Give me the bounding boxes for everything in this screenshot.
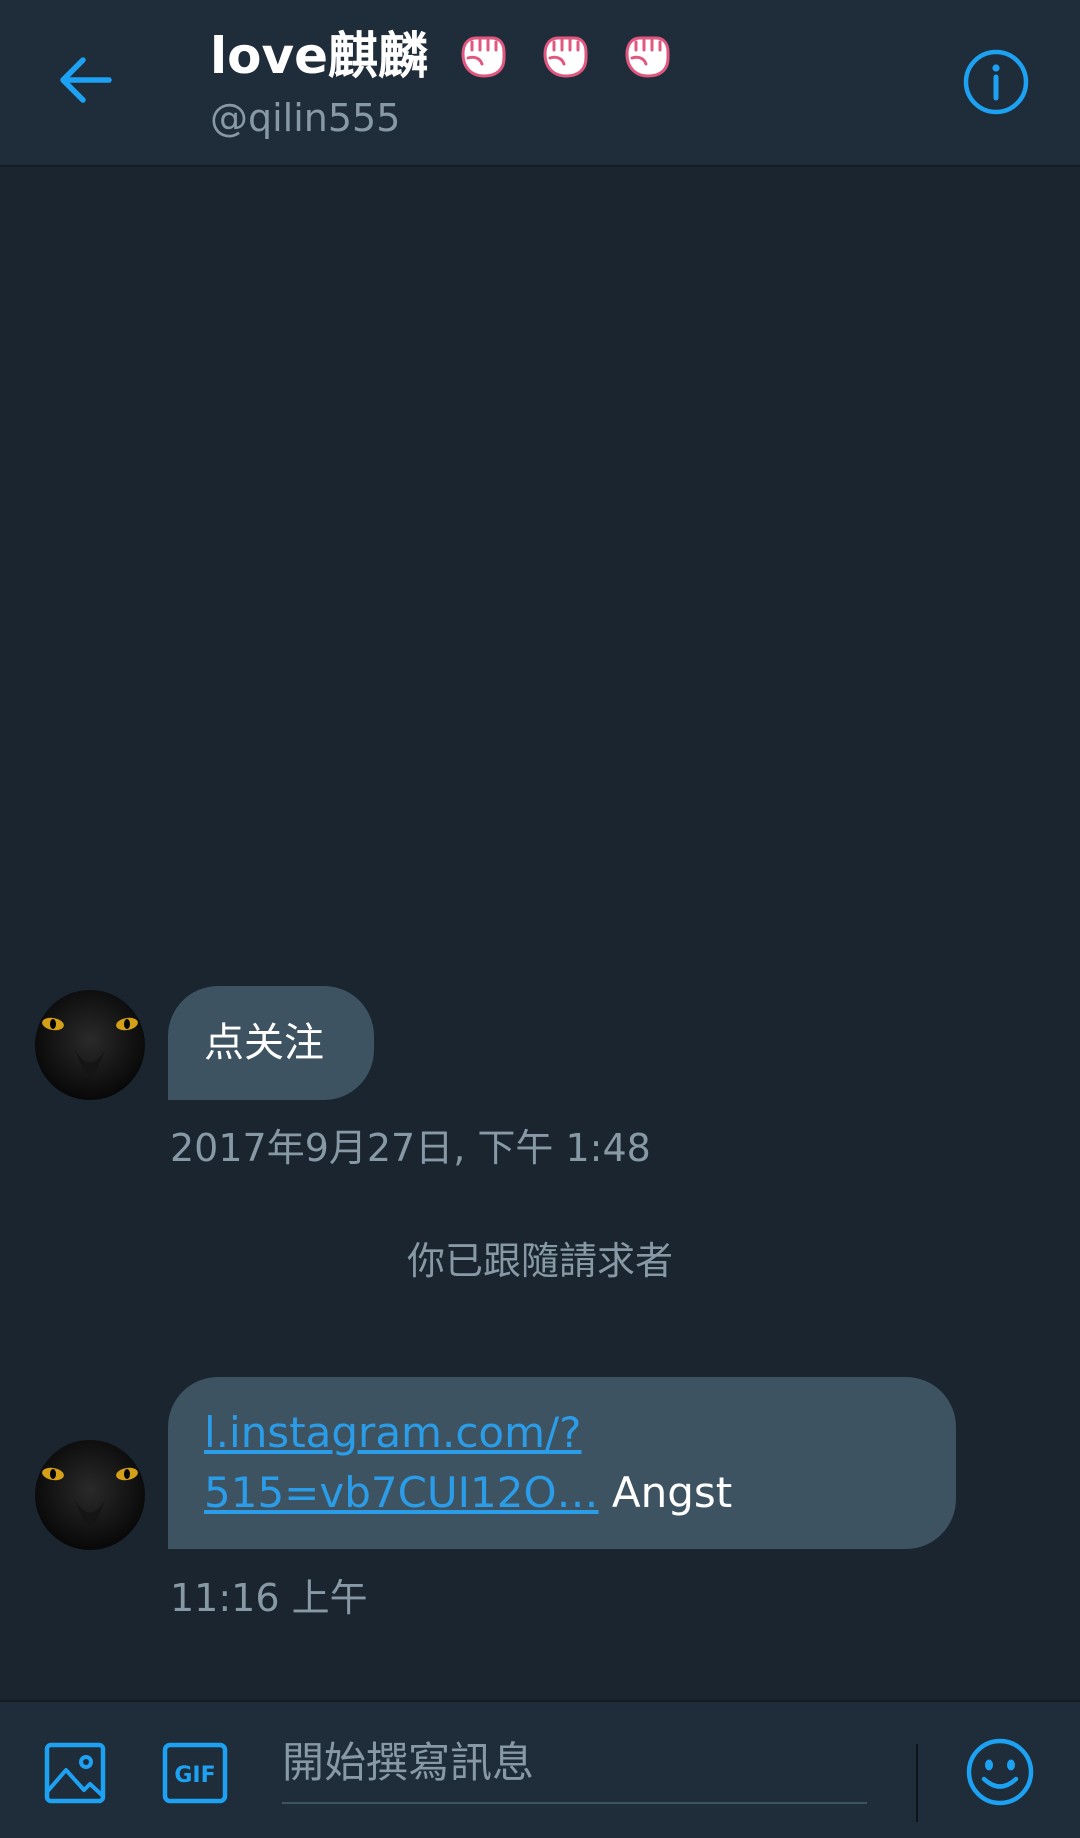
conversation-title: love麒麟 xyxy=(210,27,428,85)
avatar[interactable] xyxy=(35,990,145,1100)
system-message: 你已跟隨請求者 xyxy=(406,1239,673,1283)
emoji-button[interactable] xyxy=(965,1737,1035,1811)
message-composer: GIF xyxy=(0,1700,1080,1838)
avatar[interactable] xyxy=(35,1440,145,1550)
gif-label: GIF xyxy=(174,1763,215,1788)
add-image-button[interactable] xyxy=(44,1742,106,1808)
message-text: 点关注 xyxy=(204,1020,324,1066)
black-cat-avatar-image xyxy=(35,990,145,1100)
message-timestamp: 2017年9月27日, 下午 1:48 xyxy=(170,1126,651,1170)
message-bubble[interactable]: l.instagram.com/? 515=vb7CUI12O… Angst xyxy=(168,1377,956,1549)
info-button[interactable] xyxy=(962,48,1030,116)
message-text: Angst xyxy=(598,1468,733,1517)
message-list[interactable]: 点关注 2017年9月27日, 下午 1:48 你已跟隨請求者 l.instag… xyxy=(0,167,1080,1700)
image-icon xyxy=(44,1742,106,1804)
black-cat-avatar-image xyxy=(35,1440,145,1550)
info-icon xyxy=(963,49,1029,115)
message-input[interactable] xyxy=(282,1730,867,1804)
gif-icon: GIF xyxy=(162,1742,228,1804)
raised-fist-icon xyxy=(625,36,670,78)
back-button[interactable] xyxy=(50,45,120,115)
raised-fist-icon xyxy=(543,36,588,78)
raised-fist-icon xyxy=(461,36,506,78)
conversation-handle: @qilin555 xyxy=(210,96,401,140)
message-link[interactable]: 515=vb7CUI12O… xyxy=(204,1468,599,1517)
message-bubble[interactable]: 点关注 xyxy=(168,986,374,1100)
message-link[interactable]: l.instagram.com/? xyxy=(204,1408,581,1457)
back-arrow-icon xyxy=(60,57,112,103)
conversation-header: love麒麟 @qilin555 xyxy=(0,0,1080,167)
emoji-icon xyxy=(966,1738,1034,1806)
message-timestamp: 11:16 上午 xyxy=(170,1576,368,1620)
conversation-title-block[interactable]: love麒麟 @qilin555 xyxy=(210,24,674,142)
add-gif-button[interactable]: GIF xyxy=(162,1742,228,1808)
composer-divider xyxy=(916,1744,918,1822)
